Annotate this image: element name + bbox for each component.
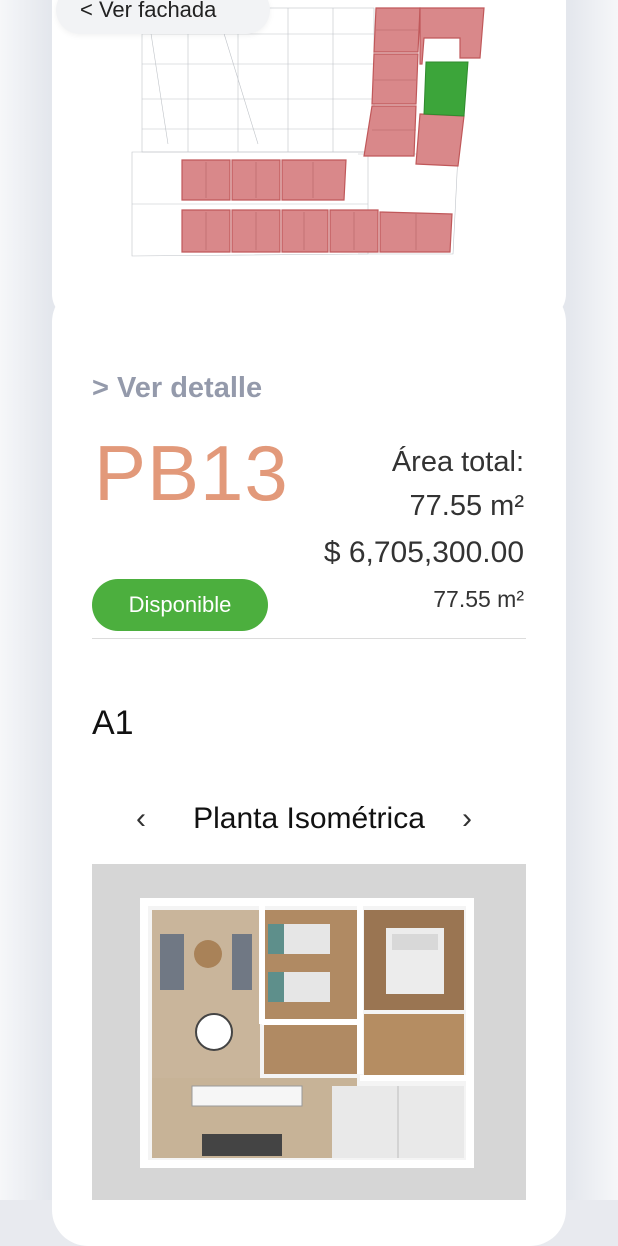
carousel-next-button[interactable]: › [462, 802, 472, 836]
back-to-facade-button[interactable]: < Ver fachada [56, 0, 270, 34]
area-label: Área total: [391, 446, 524, 478]
building-floor-plan [131, 7, 485, 257]
area-secondary: 77.55 m² [433, 586, 524, 612]
carousel-title: Planta Isométrica [193, 802, 425, 835]
selected-unit[interactable] [423, 61, 469, 117]
view-detail-link[interactable]: > Ver detalle [92, 372, 262, 405]
divider [92, 638, 526, 639]
unit-price: $ 6,705,300.00 [323, 536, 524, 569]
unit-code: PB13 [94, 429, 289, 517]
isometric-plan-image [92, 864, 526, 1200]
status-badge: Disponible [92, 579, 268, 631]
unit-model: A1 [92, 704, 134, 742]
area-value: 77.55 m² [409, 490, 524, 522]
